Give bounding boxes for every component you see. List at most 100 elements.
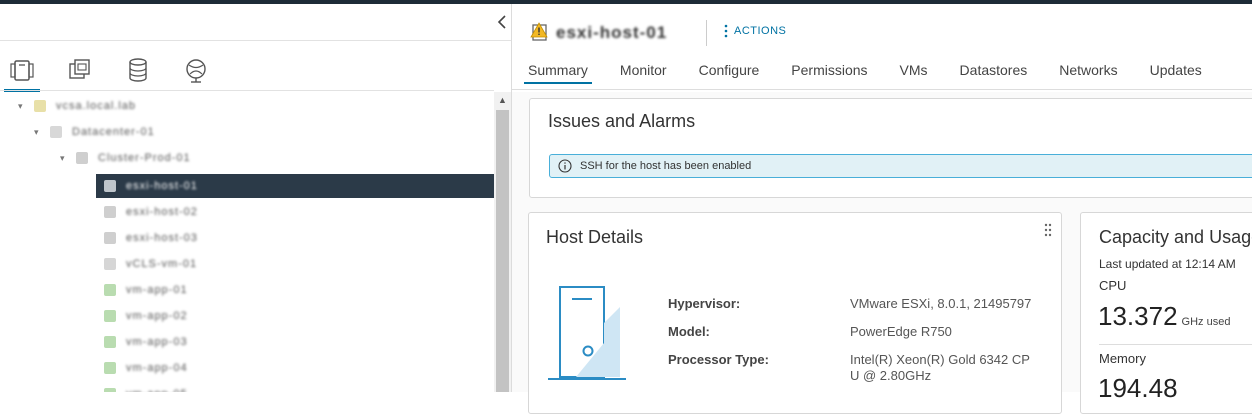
server-icon (548, 286, 626, 380)
object-tabs: Summary Monitor Configure Permissions VM… (524, 59, 1202, 89)
tree-node-label: esxi-host-03 (126, 232, 198, 244)
hypervisor-value: VMware ESXi, 8.0.1, 21495797 (850, 296, 1032, 311)
tab-monitor[interactable]: Monitor (620, 59, 667, 87)
model-label: Model: (668, 324, 710, 339)
inventory-tree: ▾ vcsa.local.lab ▾ Datacenter-01 ▾ Clust… (0, 92, 494, 392)
datacenter-icon (50, 126, 62, 138)
expand-caret-icon[interactable]: ▾ (34, 128, 42, 137)
host-icon (104, 232, 116, 244)
vm-icon (104, 258, 116, 270)
tree-node-label: vm-app-04 (126, 362, 188, 374)
host-icon (104, 206, 116, 218)
storage-tab[interactable] (124, 56, 152, 84)
issues-alarms-card: Issues and Alarms SSH for the host has b… (529, 98, 1252, 198)
cpu-unit: GHz used (1181, 316, 1231, 328)
tree-node-vcenter[interactable]: ▾ vcsa.local.lab (18, 94, 136, 118)
tree-node-host[interactable]: esxi-host-03 (104, 226, 198, 250)
vertical-ellipsis-icon (724, 24, 728, 38)
tree-node-label: esxi-host-02 (126, 206, 198, 218)
tree-node-label: Datacenter-01 (72, 126, 155, 138)
memory-used-value: 194.48 (1098, 373, 1178, 403)
vm-running-icon (104, 310, 116, 322)
capacity-usage-card: Capacity and Usage Last updated at 12:14… (1080, 212, 1252, 414)
processor-type-value: Intel(R) Xeon(R) Gold 6342 CP (850, 352, 1030, 367)
tree-node-label: vcsa.local.lab (56, 100, 137, 112)
tree-node-vm[interactable]: vm-app-05 (104, 382, 188, 392)
hosts-clusters-tab[interactable] (4, 56, 40, 92)
alert-text: SSH for the host has been enabled (580, 160, 752, 172)
vcenter-icon (34, 100, 46, 112)
vms-templates-icon (69, 59, 90, 79)
cpu-value: 13.372 (1098, 301, 1178, 331)
object-header: esxi-host-01 ACTIONS Summary Monitor Con… (512, 4, 1252, 92)
tree-node-label: vm-app-03 (126, 336, 188, 348)
drag-handle-icon[interactable] (1044, 223, 1052, 237)
actions-label: ACTIONS (734, 25, 787, 37)
tree-node-vm[interactable]: vCLS-vm-01 (104, 252, 197, 276)
model-value: PowerEdge R750 (850, 324, 952, 339)
tabs-divider (512, 89, 1252, 90)
tree-node-host[interactable]: esxi-host-02 (104, 200, 198, 224)
vm-running-icon (104, 284, 116, 296)
tab-vms[interactable]: VMs (900, 59, 928, 87)
info-icon (558, 159, 572, 173)
tree-node-label: vCLS-vm-01 (126, 258, 198, 270)
collapse-panel-button[interactable] (494, 14, 510, 32)
scrollbar-thumb[interactable] (496, 110, 509, 392)
scroll-up-icon[interactable]: ▲ (494, 92, 511, 108)
tree-scrollbar[interactable]: ▲ (494, 92, 511, 392)
chevron-left-icon (497, 15, 506, 29)
tree-node-vm[interactable]: vm-app-04 (104, 356, 188, 380)
alert-banner: SSH for the host has been enabled (549, 154, 1252, 178)
tab-permissions[interactable]: Permissions (791, 59, 867, 87)
vms-templates-tab[interactable] (66, 56, 94, 84)
capacity-title: Capacity and Usage (1099, 227, 1252, 247)
processor-type-value-cont: U @ 2.80GHz (850, 368, 932, 383)
host-icon (104, 180, 116, 192)
header-divider (706, 20, 707, 46)
tab-updates[interactable]: Updates (1150, 59, 1202, 87)
issues-title: Issues and Alarms (548, 111, 696, 131)
nav-separator (0, 40, 511, 41)
cluster-icon (76, 152, 88, 164)
tree-node-label: vm-app-01 (126, 284, 188, 296)
last-updated-text: Last updated at 12:14 AM (1099, 257, 1236, 271)
tree-node-label: vm-app-02 (126, 310, 188, 322)
expand-caret-icon[interactable]: ▾ (18, 102, 26, 111)
tree-node-label: vm-app-05 (126, 388, 188, 392)
tab-summary[interactable]: Summary (524, 59, 592, 87)
tab-configure[interactable]: Configure (699, 59, 760, 87)
tree-node-datacenter[interactable]: ▾ Datacenter-01 (34, 120, 155, 144)
host-details-card: Host Details Hypervisor: VMware ESXi, 8.… (528, 212, 1062, 414)
cpu-label: CPU (1099, 278, 1127, 293)
tree-node-selected-host[interactable]: esxi-host-01 (96, 174, 494, 198)
vm-running-icon (104, 336, 116, 348)
database-icon (129, 58, 147, 82)
main-content: esxi-host-01 ACTIONS Summary Monitor Con… (512, 4, 1252, 414)
capacity-divider (1099, 344, 1252, 345)
tab-datastores[interactable]: Datastores (960, 59, 1028, 87)
host-title: esxi-host-01 (556, 23, 668, 42)
actions-menu-button[interactable]: ACTIONS (724, 24, 786, 38)
host-details-title: Host Details (546, 227, 644, 247)
tree-node-vm[interactable]: vm-app-03 (104, 330, 188, 354)
processor-type-label: Processor Type: (668, 352, 769, 367)
hosts-clusters-icon (10, 60, 34, 81)
navigator-view-tabs (0, 54, 511, 92)
expand-caret-icon[interactable]: ▾ (60, 154, 68, 163)
tree-node-label: esxi-host-01 (126, 180, 198, 192)
navigator-panel: ▾ vcsa.local.lab ▾ Datacenter-01 ▾ Clust… (0, 4, 512, 392)
tab-networks[interactable]: Networks (1059, 59, 1117, 87)
cpu-used-value: 13.372 GHz used (1098, 301, 1230, 332)
tree-node-vm[interactable]: vm-app-01 (104, 278, 188, 302)
tree-node-label: Cluster-Prod-01 (98, 152, 191, 164)
memory-label: Memory (1099, 351, 1146, 366)
vm-running-icon (104, 388, 116, 392)
tree-node-vm[interactable]: vm-app-02 (104, 304, 188, 328)
networking-tab[interactable] (182, 56, 210, 84)
nav-separator (0, 90, 494, 91)
globe-network-icon (186, 59, 206, 83)
warning-icon (530, 22, 548, 41)
tree-node-cluster[interactable]: ▾ Cluster-Prod-01 (60, 146, 191, 170)
vm-running-icon (104, 362, 116, 374)
